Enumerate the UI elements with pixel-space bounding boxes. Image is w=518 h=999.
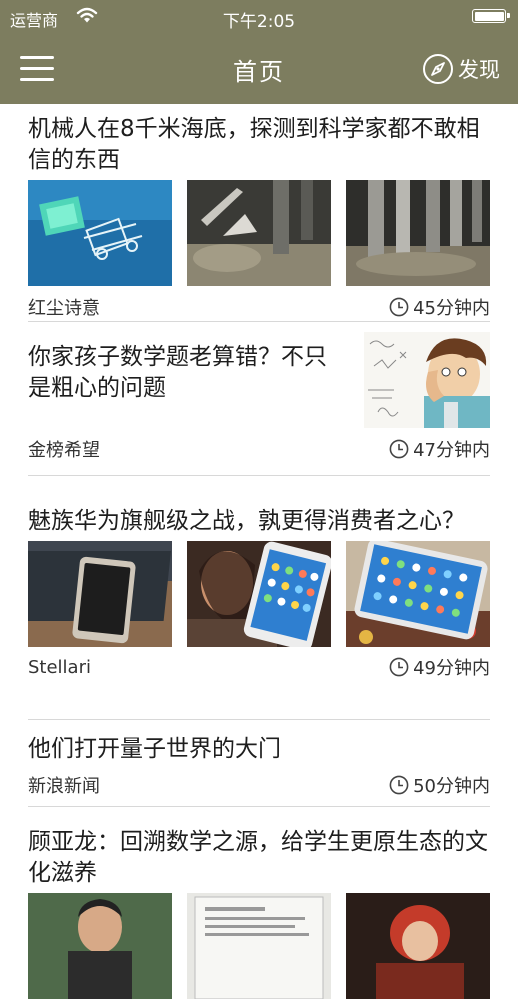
discover-button[interactable]: 发现 <box>422 50 500 88</box>
article-time: 50分钟内 <box>389 772 490 798</box>
article-time: 45分钟内 <box>389 294 490 320</box>
thumbnail-row <box>28 180 490 286</box>
article-title[interactable]: 顾亚龙：回溯数学之源，给学生更原生态的文化滋养 <box>28 827 490 889</box>
menu-icon[interactable] <box>20 56 54 82</box>
article-source[interactable]: 红尘诗意 <box>28 294 100 320</box>
article-time: 47分钟内 <box>389 436 490 462</box>
article-time-label: 49分钟内 <box>413 658 490 679</box>
seabed-sampler-photo[interactable] <box>187 180 331 286</box>
clock-icon <box>389 775 409 795</box>
article-time-label: 45分钟内 <box>413 298 490 319</box>
article-meta: 红尘诗意 45分钟内 <box>28 287 490 327</box>
article-item[interactable]: 魅族华为旗舰级之战，孰更得消费者之心？ Stellari 49分钟内 <box>28 476 490 720</box>
nav-bar: 首页 发现 <box>0 34 518 104</box>
article-meta: 新浪新闻 50分钟内 <box>28 765 490 805</box>
status-bar: 运营商 下午2:05 <box>0 0 518 34</box>
article-item[interactable]: 机械人在8千米海底，探测到科学家都不敢相信的东西 红尘诗意 45分钟内 <box>28 104 490 322</box>
article-meta: Stellari 49分钟内 <box>28 647 490 687</box>
phone-on-box-photo[interactable] <box>28 541 172 647</box>
seabed-pipes-photo[interactable] <box>346 180 490 286</box>
document-page-photo[interactable] <box>187 893 331 999</box>
discover-label: 发现 <box>458 58 500 82</box>
article-title[interactable]: 魅族华为旗舰级之战，孰更得消费者之心？ <box>28 506 490 537</box>
article-meta: 金榜希望 47分钟内 <box>28 429 490 469</box>
news-feed: 机械人在8千米海底，探测到科学家都不敢相信的东西 红尘诗意 45分钟内 你家孩子… <box>0 104 518 999</box>
compass-icon <box>423 54 453 84</box>
article-source[interactable]: Stellari <box>28 657 91 678</box>
phone-on-table-photo[interactable] <box>346 541 490 647</box>
article-source[interactable]: 新浪新闻 <box>28 772 100 798</box>
article-title[interactable]: 机械人在8千米海底，探测到科学家都不敢相信的东西 <box>28 114 490 176</box>
person-portrait-photo[interactable] <box>28 893 172 999</box>
article-time: 49分钟内 <box>389 654 490 680</box>
underwater-robot-photo[interactable] <box>28 180 172 286</box>
clock-icon <box>389 297 409 317</box>
article-title[interactable]: 他们打开量子世界的大门 <box>28 734 490 765</box>
article-time-label: 50分钟内 <box>413 776 490 797</box>
article-item[interactable]: 你家孩子数学题老算错？不只是粗心的问题 金榜希望 47分钟内 <box>28 322 490 476</box>
costume-photo[interactable] <box>346 893 490 999</box>
clock-icon <box>389 657 409 677</box>
battery-icon <box>472 9 510 23</box>
confused-man-math-illustration[interactable] <box>364 332 490 428</box>
status-time: 下午2:05 <box>222 12 296 32</box>
thumbnail-row <box>28 893 490 999</box>
article-time-label: 47分钟内 <box>413 440 490 461</box>
clock-icon <box>389 439 409 459</box>
woman-with-phone-photo[interactable] <box>187 541 331 647</box>
article-item[interactable]: 顾亚龙：回溯数学之源，给学生更原生态的文化滋养 <box>28 807 490 999</box>
article-item[interactable]: 他们打开量子世界的大门 新浪新闻 50分钟内 <box>28 720 490 807</box>
thumbnail-row <box>28 541 490 647</box>
article-title[interactable]: 你家孩子数学题老算错？不只是粗心的问题 <box>28 342 344 404</box>
article-source[interactable]: 金榜希望 <box>28 436 100 462</box>
